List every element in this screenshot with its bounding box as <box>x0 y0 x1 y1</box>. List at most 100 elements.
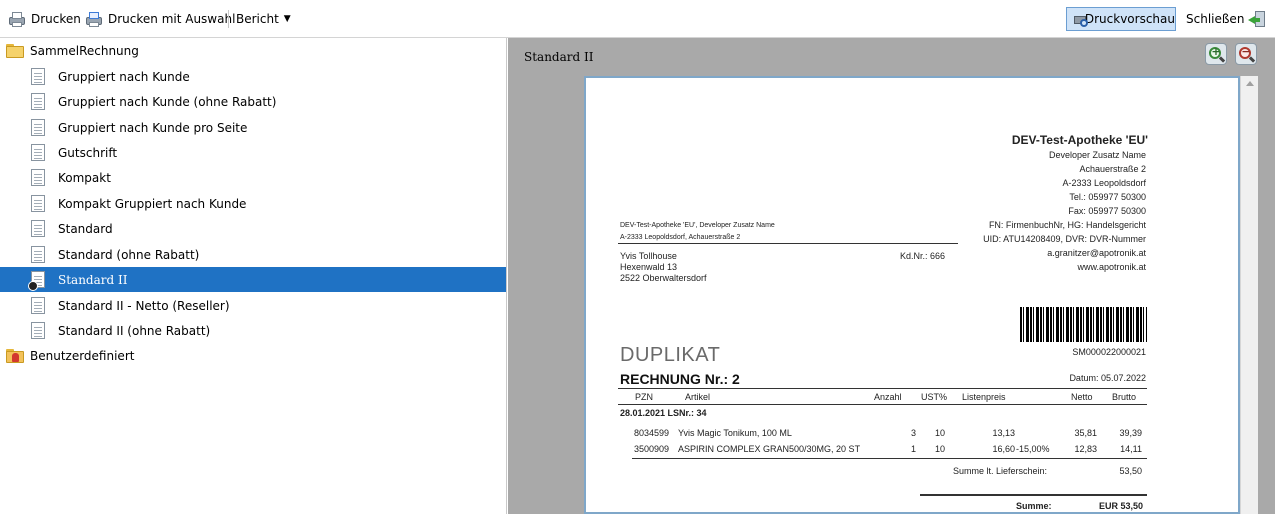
document-icon <box>31 322 45 339</box>
printer-icon <box>8 11 26 27</box>
document-icon <box>31 220 45 237</box>
tree-item-label: Gruppiert nach Kunde (ohne Rabatt) <box>58 94 277 109</box>
tree-item-label: Kompakt <box>58 170 111 185</box>
print-selection-icon <box>85 11 103 27</box>
default-document-icon <box>28 271 45 291</box>
report-label: Bericht <box>236 12 279 26</box>
tree-item-label: Standard II <box>58 272 128 287</box>
barcode-text: SM000022000021 <box>1072 347 1146 357</box>
row-vat: 10 <box>934 444 945 454</box>
tree-item-label: Gruppiert nach Kunde <box>58 69 190 84</box>
barcode <box>1020 307 1147 342</box>
tree-item-standard-ii[interactable]: Standard II <box>0 267 506 292</box>
tree-item-label: Gutschrift <box>58 145 118 160</box>
document-icon <box>31 68 45 85</box>
tree-group-sammelrechnung[interactable]: SammelRechnung <box>0 38 506 63</box>
print-preview-icon <box>1073 11 1088 27</box>
toolbar: Drucken Drucken mit Auswahl Bericht ▼ Dr… <box>0 0 1275 38</box>
document-icon <box>31 169 45 186</box>
column-header-rule <box>618 404 1147 405</box>
document-icon <box>31 246 45 263</box>
exit-icon <box>1248 10 1266 28</box>
tree-group-label: SammelRechnung <box>30 43 139 58</box>
tree-item-standard-ohne-rabatt[interactable]: Standard (ohne Rabatt) <box>0 242 506 267</box>
row-net: 35,81 <box>1074 428 1097 438</box>
row-quantity: 3 <box>910 428 916 438</box>
tree-item-label: Gruppiert nach Kunde pro Seite <box>58 120 248 135</box>
company-line: Achauerstraße 2 <box>1079 164 1146 174</box>
zoom-in-button[interactable]: + <box>1205 43 1227 65</box>
invoice-title: RECHNUNG Nr.: 2 <box>620 371 740 387</box>
row-quantity: 1 <box>910 444 916 454</box>
scroll-up-icon[interactable] <box>1246 81 1254 86</box>
tree-item-gruppiert-nach-kunde[interactable]: Gruppiert nach Kunde <box>0 64 506 89</box>
close-button[interactable]: Schließen <box>1186 8 1266 30</box>
col-header-article: Artikel <box>685 392 711 402</box>
sender-address: A-2333 Leopoldsdorf, Achauerstraße 2 <box>620 234 741 241</box>
tree-item-label: Standard II (ohne Rabatt) <box>58 323 211 338</box>
col-header-net: Netto <box>1071 392 1093 402</box>
tree-item-standard-ii-netto-reseller[interactable]: Standard II - Netto (Reseller) <box>0 293 506 318</box>
col-header-list-price: Listenpreis <box>962 392 1006 402</box>
tree-item-gutschrift[interactable]: Gutschrift <box>0 140 506 165</box>
recipient-city: 2522 Oberwaltersdorf <box>620 273 707 283</box>
tree-item-label: Kompakt Gruppiert nach Kunde <box>58 196 247 211</box>
report-dropdown-button[interactable]: Bericht ▼ <box>236 8 291 30</box>
tree-group-benutzerdefiniert[interactable]: Benutzerdefiniert <box>0 343 506 368</box>
company-line: www.apotronik.at <box>1077 262 1146 272</box>
invoice-company: DEV-Test-Apotheke 'EU' <box>1011 133 1148 147</box>
duplicate-label: DUPLIKAT <box>620 344 721 366</box>
print-button[interactable]: Drucken <box>8 8 81 30</box>
row-gross: 39,39 <box>1119 428 1142 438</box>
toolbar-divider <box>228 10 229 28</box>
row-pzn: 8034599 <box>634 428 670 438</box>
preview-title: Standard II <box>524 50 594 64</box>
row-list-price: 16,60 <box>992 444 1015 454</box>
company-line: FN: FirmenbuchNr, HG: Handelsgericht <box>988 220 1146 230</box>
folder-open-icon <box>6 43 24 58</box>
close-label: Schließen <box>1186 12 1245 26</box>
print-selection-button[interactable]: Drucken mit Auswahl <box>85 8 235 30</box>
subtotal-label: Summe lt. Lieferschein: <box>953 466 1048 476</box>
print-label: Drucken <box>31 12 81 26</box>
recipient-name: Yvis Tollhouse <box>620 251 677 261</box>
document-icon <box>31 195 45 212</box>
row-discount: -15,00% <box>1016 444 1050 454</box>
tree-item-kompakt-gruppiert-nach-kunde[interactable]: Kompakt Gruppiert nach Kunde <box>0 191 506 216</box>
company-line: Fax: 059977 50300 <box>1068 206 1146 216</box>
sender-underline <box>618 243 958 244</box>
subtotal-value: 53,50 <box>1119 466 1142 476</box>
print-preview-button[interactable]: Druckvorschau <box>1066 7 1176 31</box>
company-line: Developer Zusatz Name <box>1048 150 1146 160</box>
tree-item-gruppiert-nach-kunde-pro-seite[interactable]: Gruppiert nach Kunde pro Seite <box>0 115 506 140</box>
tree-item-label: Standard (ohne Rabatt) <box>58 247 200 262</box>
print-selection-label: Drucken mit Auswahl <box>108 12 236 26</box>
tree-item-kompakt[interactable]: Kompakt <box>0 165 506 190</box>
document-icon <box>31 297 45 314</box>
recipient-street: Hexenwald 13 <box>620 262 678 272</box>
tree-item-gruppiert-nach-kunde-ohne-rabatt[interactable]: Gruppiert nach Kunde (ohne Rabatt) <box>0 89 506 114</box>
row-article: ASPIRIN COMPLEX GRAN500/30MG, 20 ST <box>678 444 861 454</box>
tree-item-label: Standard <box>58 221 113 236</box>
tree-item-label: Standard II - Netto (Reseller) <box>58 298 230 313</box>
company-line: A-2333 Leopoldsdorf <box>1062 178 1146 188</box>
row-article: Yvis Magic Tonikum, 100 ML <box>678 428 792 438</box>
invoice-date: Datum: 05.07.2022 <box>1069 373 1146 383</box>
chevron-down-icon: ▼ <box>283 14 291 24</box>
company-line: Tel.: 059977 50300 <box>1069 192 1146 202</box>
tree-item-standard-ii-ohne-rabatt[interactable]: Standard II (ohne Rabatt) <box>0 318 506 343</box>
zoom-out-button[interactable]: − <box>1235 43 1257 65</box>
preview-scrollbar[interactable] <box>1240 76 1258 514</box>
user-folder-icon <box>6 348 24 363</box>
col-header-pzn: PZN <box>635 392 653 402</box>
row-list-price: 13,13 <box>992 428 1015 438</box>
tree-group-label: Benutzerdefiniert <box>30 348 135 363</box>
row-gross: 14,11 <box>1120 444 1142 454</box>
total-rule <box>920 494 1147 496</box>
header-rule <box>618 388 1147 389</box>
document-icon <box>31 119 45 136</box>
row-net: 12,83 <box>1074 444 1097 454</box>
tree-item-standard[interactable]: Standard <box>0 216 506 241</box>
sender-line: DEV-Test-Apotheke 'EU', Developer Zusatz… <box>620 222 775 229</box>
document-icon <box>31 93 45 110</box>
